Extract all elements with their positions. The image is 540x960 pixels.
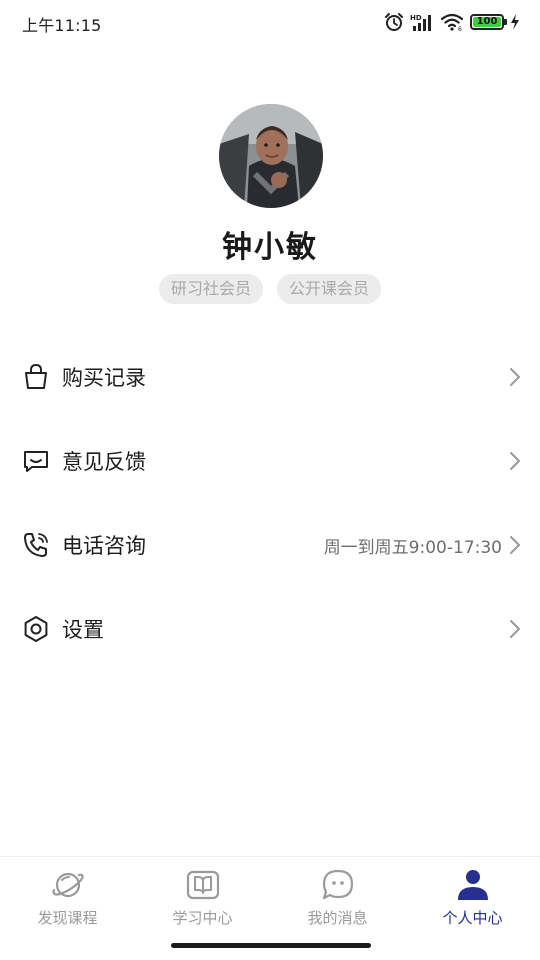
chevron-right-icon	[508, 534, 522, 556]
phone-icon	[22, 531, 50, 559]
menu-item-label: 购买记录	[62, 366, 146, 390]
network-label: HD	[410, 14, 422, 22]
chevron-right-icon	[508, 618, 522, 640]
nav-tab-label: 发现课程	[37, 909, 98, 927]
chevron-right-icon	[508, 450, 522, 472]
nav-tab-personal-center[interactable]: 个人中心	[405, 867, 540, 937]
status-bar: 上午11:15 HD 6 100	[0, 0, 540, 44]
status-icons: HD 6 100	[384, 11, 520, 33]
menu-item-label: 电话咨询	[62, 534, 146, 558]
book-icon	[185, 867, 221, 903]
consult-hours: 周一到周五9:00-17:30	[323, 537, 502, 558]
battery-icon: 100	[470, 14, 507, 30]
menu-item-feedback[interactable]: 意见反馈	[0, 419, 540, 503]
signal-icon: HD	[410, 12, 434, 32]
planet-icon	[50, 867, 86, 903]
nav-tab-label: 我的消息	[307, 909, 368, 927]
person-icon	[455, 867, 491, 903]
nav-tab-learning-center[interactable]: 学习中心	[135, 867, 270, 937]
status-time: 上午11:15	[22, 16, 102, 35]
battery-level: 100	[476, 16, 498, 27]
membership-badge: 公开课会员	[277, 274, 382, 304]
menu-item-settings[interactable]: 设置	[0, 587, 540, 671]
nav-tab-label: 个人中心	[442, 909, 503, 927]
feedback-icon	[22, 447, 50, 475]
membership-badge: 研习社会员	[158, 274, 263, 304]
nav-tab-discover-courses[interactable]: 发现课程	[0, 867, 135, 937]
menu-item-label: 设置	[62, 618, 104, 642]
menu-list: 购买记录 意见反馈 电话咨询 周一到周五9:00-17:30 设置	[0, 335, 540, 671]
menu-item-purchase-records[interactable]: 购买记录	[0, 335, 540, 419]
alarm-icon	[384, 12, 404, 32]
settings-icon	[22, 615, 50, 643]
profile-name: 钟小敏	[222, 230, 318, 265]
menu-item-phone-consult[interactable]: 电话咨询 周一到周五9:00-17:30	[0, 503, 540, 587]
nav-tab-label: 学习中心	[172, 909, 233, 927]
message-icon	[320, 867, 356, 903]
charging-icon	[510, 14, 520, 30]
shopping-bag-icon	[22, 363, 50, 391]
nav-tab-my-messages[interactable]: 我的消息	[270, 867, 405, 937]
menu-item-label: 意见反馈	[62, 450, 146, 474]
home-indicator[interactable]	[171, 943, 371, 948]
chevron-right-icon	[508, 366, 522, 388]
wifi-icon: 6	[440, 12, 464, 32]
avatar[interactable]	[219, 104, 323, 208]
battery-tip	[504, 19, 507, 25]
wifi-badge: 6	[458, 26, 462, 32]
membership-badges: 研习社会员 公开课会员	[0, 274, 540, 304]
